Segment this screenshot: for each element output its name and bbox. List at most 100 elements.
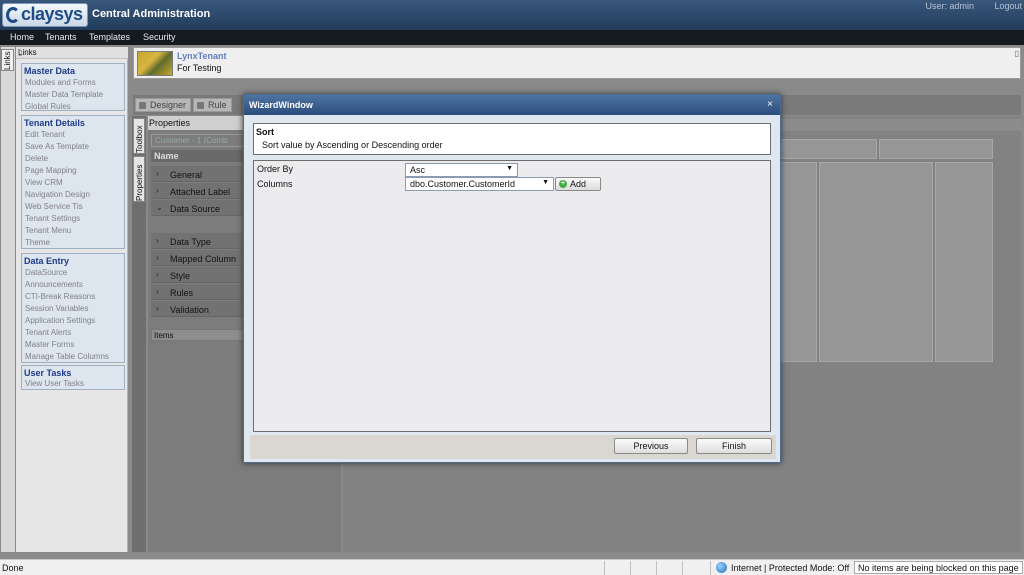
security-zone[interactable]: Internet | Protected Mode: Off (731, 563, 849, 573)
wizard-footer: Previous Finish (250, 435, 776, 459)
nav-templates[interactable]: Templates (89, 32, 130, 42)
properties-tab[interactable]: Properties (133, 156, 145, 202)
chevron-right-icon: › (156, 270, 159, 279)
designer-button-label: Designer (150, 100, 187, 110)
columns-select[interactable]: dbo.Customer.CustomerId ▼ (405, 177, 554, 191)
status-divider (682, 561, 683, 575)
status-divider (656, 561, 657, 575)
main-nav: Home Tenants Templates Security (0, 30, 1024, 45)
link-datasource[interactable]: DataSource (25, 268, 67, 277)
status-divider (604, 561, 605, 575)
nav-tenants[interactable]: Tenants (45, 32, 77, 42)
prop-row-style[interactable]: › Style (151, 267, 247, 283)
pin-icon[interactable]: ▯ (18, 48, 126, 57)
prop-label: Attached Label (170, 187, 231, 197)
link-view-user-tasks[interactable]: View User Tasks (25, 379, 84, 388)
grid-cell (879, 139, 993, 159)
link-tenant-alerts[interactable]: Tenant Alerts (25, 328, 71, 337)
tenant-name[interactable]: LynxTenant (177, 51, 227, 61)
link-session-variables[interactable]: Session Variables (25, 304, 88, 313)
name-column-header: Name (151, 150, 247, 162)
designer-button[interactable]: Designer (135, 98, 192, 112)
finish-button[interactable]: Finish (696, 438, 772, 454)
prop-row-mapped-column[interactable]: › Mapped Column (151, 250, 247, 266)
links-vertical-tab[interactable]: Links (1, 49, 14, 71)
rule-icon (197, 102, 204, 109)
links-panel: Links ▯ Master Data Modules and Forms Ma… (16, 47, 128, 552)
chevron-right-icon: › (156, 253, 159, 262)
links-side-strip (1, 47, 15, 552)
link-page-mapping[interactable]: Page Mapping (25, 166, 77, 175)
status-text: Done (2, 563, 24, 573)
link-theme[interactable]: Theme (25, 238, 50, 247)
prop-label: Rules (170, 288, 194, 298)
plus-icon: + (559, 180, 567, 188)
link-manage-table-columns[interactable]: Manage Table Columns (25, 352, 109, 361)
chevron-down-icon: ⌄ (156, 203, 163, 212)
link-cti-break-reasons[interactable]: CTI-Break Reasons (25, 292, 95, 301)
prop-row-general[interactable]: › General (151, 166, 247, 182)
nav-security[interactable]: Security (143, 32, 176, 42)
prop-label: Style (170, 271, 191, 281)
previous-button[interactable]: Previous (614, 438, 688, 454)
link-master-data-template[interactable]: Master Data Template (25, 90, 103, 99)
grid-cell (781, 162, 817, 362)
control-selector[interactable]: Customer - 1 (Comb (151, 134, 247, 147)
link-application-settings[interactable]: Application Settings (25, 316, 95, 325)
columns-label: Columns (257, 179, 293, 189)
designer-icon (139, 102, 146, 109)
link-view-crm[interactable]: View CRM (25, 178, 63, 187)
close-icon[interactable]: × (767, 99, 773, 110)
group-user-tasks: User Tasks View User Tasks (21, 365, 125, 390)
link-modules-and-forms[interactable]: Modules and Forms (25, 78, 96, 87)
links-panel-header: Links ▯ (16, 47, 128, 59)
globe-icon (716, 562, 727, 573)
prop-row-attached-label[interactable]: › Attached Label (151, 183, 247, 199)
popup-blocker-status[interactable]: No items are being blocked on this page (854, 561, 1023, 574)
status-divider (710, 561, 711, 575)
link-navigation-design[interactable]: Navigation Design (25, 190, 90, 199)
add-button[interactable]: + Add (555, 177, 601, 191)
items-property[interactable]: Items (151, 329, 247, 341)
order-by-value: Asc (410, 165, 426, 175)
prop-row-validation[interactable]: › Validation (151, 301, 247, 317)
link-save-as-template[interactable]: Save As Template (25, 142, 89, 151)
order-by-select[interactable]: Asc ▼ (405, 163, 518, 177)
link-delete[interactable]: Delete (25, 154, 48, 163)
link-tenant-menu[interactable]: Tenant Menu (25, 226, 71, 235)
prop-label: Mapped Column (170, 254, 237, 264)
link-web-service-tis[interactable]: Web Service Tis (25, 202, 83, 211)
link-master-forms[interactable]: Master Forms (25, 340, 74, 349)
toolbox-tab[interactable]: Toolbox (133, 118, 145, 154)
link-tenant-settings[interactable]: Tenant Settings (25, 214, 80, 223)
group-data-entry: Data Entry DataSource Announcements CTI-… (21, 253, 125, 363)
step-title: Sort (256, 127, 274, 137)
group-title: Master Data (24, 66, 76, 76)
toolbox-tab-label: Toolbox (135, 125, 144, 153)
nav-home[interactable]: Home (10, 32, 34, 42)
claysys-logo: claysys (2, 3, 88, 27)
properties-tab-label: Properties (135, 164, 144, 201)
grid-cell (819, 162, 933, 362)
wizard-titlebar[interactable]: WizardWindow × (244, 95, 780, 115)
rule-button[interactable]: Rule (193, 98, 232, 112)
logout-link[interactable]: Logout (994, 1, 1022, 11)
logo-mark-icon (6, 7, 20, 23)
logo-text: claysys (21, 4, 83, 24)
step-description: Sort value by Ascending or Descending or… (262, 140, 443, 150)
prop-row-data-source[interactable]: ⌄ Data Source (151, 200, 247, 216)
dropdown-arrow-icon: ▼ (542, 179, 549, 186)
prop-row-data-type[interactable]: › Data Type (151, 233, 247, 249)
app-header: claysys Central Administration User: adm… (0, 0, 1024, 30)
wizard-title: WizardWindow (249, 100, 313, 110)
prop-label: Data Type (170, 237, 211, 247)
link-announcements[interactable]: Announcements (25, 280, 83, 289)
prop-row-rules[interactable]: › Rules (151, 284, 247, 300)
link-global-rules[interactable]: Global Rules (25, 102, 71, 111)
dropdown-arrow-icon: ▼ (506, 165, 513, 172)
pin-icon[interactable]: ▯ (1015, 49, 1019, 58)
grid-cell (935, 162, 993, 362)
link-edit-tenant[interactable]: Edit Tenant (25, 130, 65, 139)
user-info: User: admin (925, 1, 974, 11)
links-vertical-tab-label: Links (3, 51, 12, 70)
